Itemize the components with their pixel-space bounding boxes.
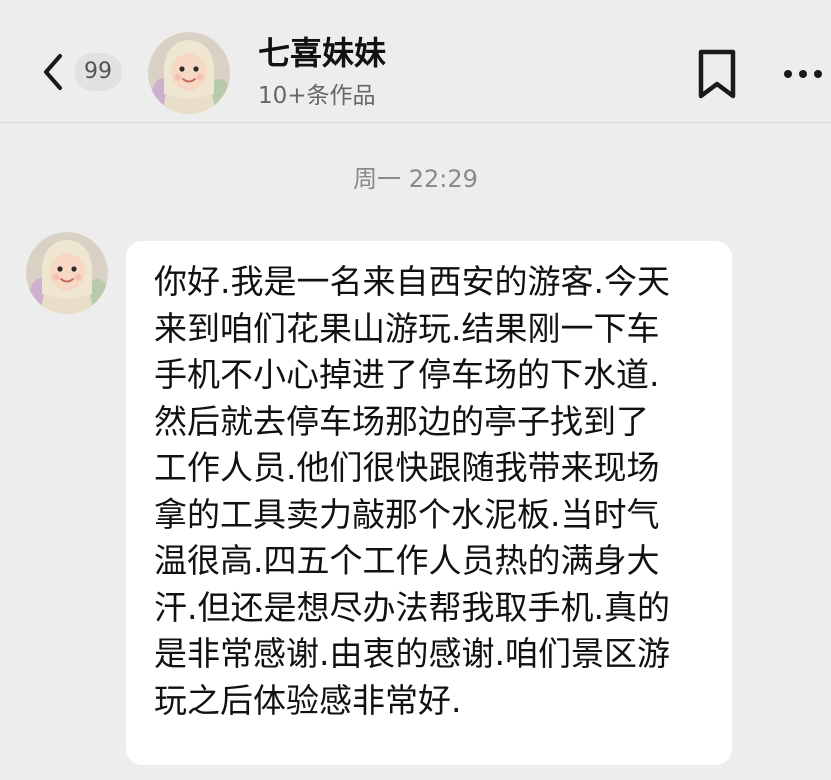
message-line: 温很高.四五个工作人员热的满身大 [154,541,660,580]
message-line: 手机不小心掉进了停车场的下水道. [154,355,660,394]
message-text: 你好.我是一名来自西安的游客.今天 来到咱们花果山游玩.结果刚一下车 手机不小心… [154,259,714,724]
chat-header: 99 七喜妹妹 10+条作品 [0,0,831,123]
message-line: 汗.但还是想尽办法帮我取手机.真的 [154,587,670,627]
bookmark-icon[interactable] [690,46,744,102]
message-timestamp: 周一 22:29 [353,165,478,193]
contact-subtitle[interactable]: 10+条作品 [258,80,376,112]
unread-count-badge[interactable]: 99 [74,53,122,91]
message-line: 工作人员.他们很快跟随我带来现场 [154,448,660,487]
message-line: 拿的工具卖力敲那个水泥板.当时气 [154,494,660,534]
more-dots-icon[interactable] [776,56,830,92]
message-line: 你好.我是一名来自西安的游客.今天 [154,262,670,301]
message-line: 玩之后体验感非常好. [154,680,462,720]
message-line: 来到咱们花果山游玩.结果刚一下车 [154,308,660,348]
message-line: 然后就去停车场那边的亭子找到了 [154,401,649,441]
chevron-left-icon[interactable] [36,48,70,96]
sender-avatar[interactable] [26,232,108,314]
contact-name[interactable]: 七喜妹妹 [258,32,386,74]
message-bubble[interactable]: 你好.我是一名来自西安的游客.今天 来到咱们花果山游玩.结果刚一下车 手机不小心… [126,241,732,765]
message-line: 是非常感谢.由衷的感谢.咱们景区游 [154,634,670,673]
contact-avatar[interactable] [148,32,230,114]
